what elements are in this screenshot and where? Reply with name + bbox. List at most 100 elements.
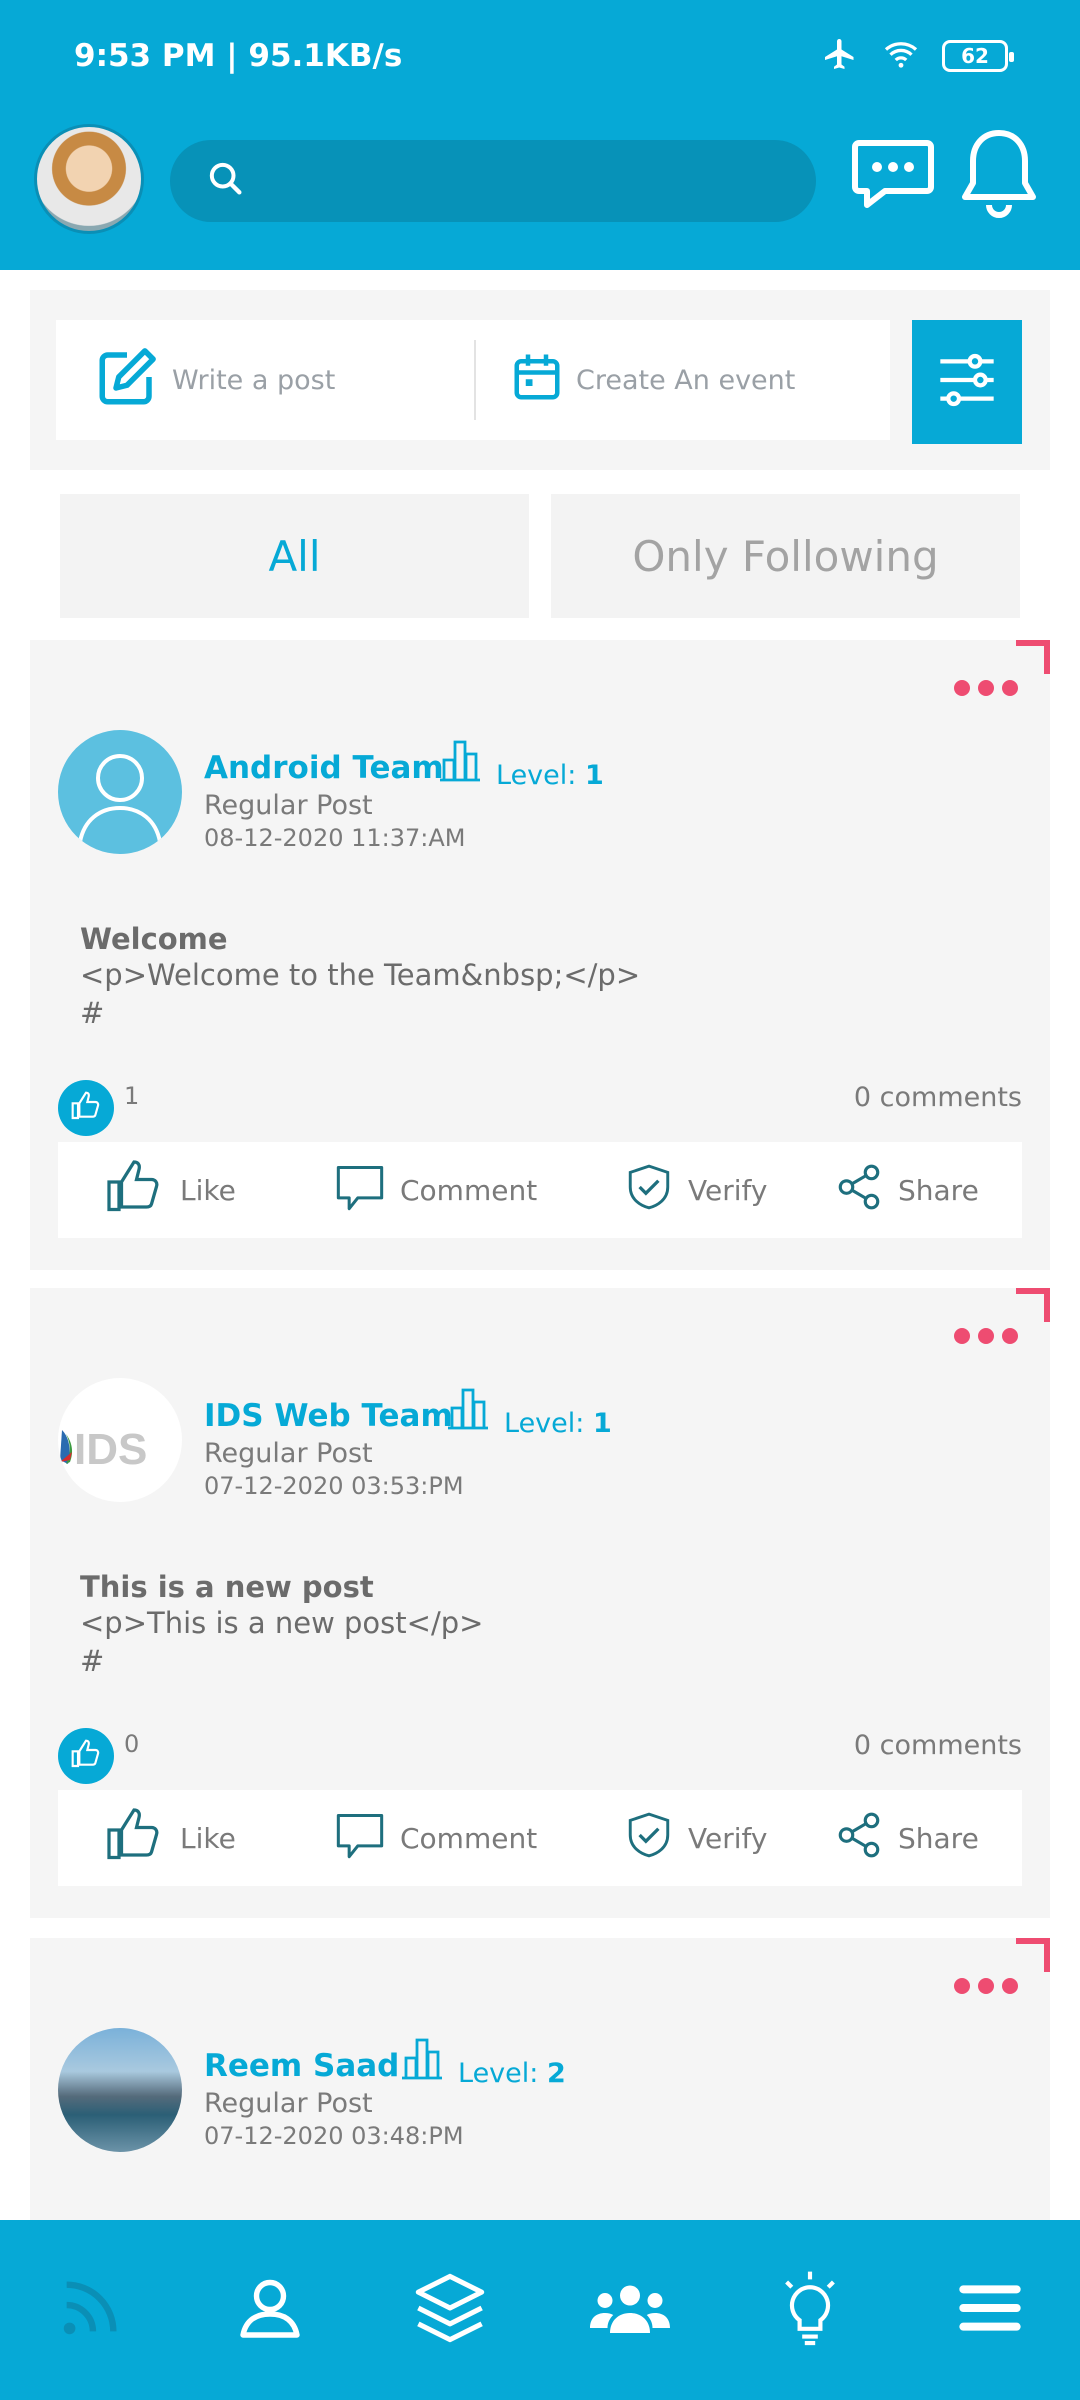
share-icon (834, 1162, 884, 1219)
post-card: IDS IDS Web Team Level: 1 Regular Post 0… (30, 1288, 1050, 1918)
author-level: Level: 1 (444, 1384, 612, 1439)
like-button[interactable]: Like (102, 1805, 236, 1872)
level-label: Level: (458, 2058, 539, 2089)
author-avatar[interactable]: IDS (58, 1378, 182, 1502)
level-value: 2 (546, 2058, 566, 2089)
nav-menu[interactable] (940, 2260, 1040, 2360)
messages-button[interactable] (848, 128, 938, 226)
like-count: 1 (124, 1082, 140, 1110)
sliders-icon (935, 348, 999, 416)
author-name[interactable]: Reem Saad (204, 2048, 399, 2084)
tab-all[interactable]: All (60, 494, 529, 618)
corner-marker (1016, 640, 1050, 674)
comment-button[interactable]: Comment (334, 1809, 537, 1868)
level-value: 1 (584, 760, 604, 791)
post-type: Regular Post (204, 2088, 373, 2119)
like-label: Like (180, 1821, 236, 1855)
post-type: Regular Post (204, 1438, 373, 1469)
share-button[interactable]: Share (834, 1162, 979, 1219)
search-bar[interactable] (170, 140, 816, 222)
author-avatar[interactable] (58, 730, 182, 854)
author-avatar[interactable] (58, 2028, 182, 2152)
share-button[interactable]: Share (834, 1810, 979, 1867)
level-label: Level: (504, 1408, 585, 1439)
nav-feed[interactable] (40, 2260, 140, 2360)
rss-feed-icon (55, 2273, 125, 2347)
post-type: Regular Post (204, 790, 373, 821)
wifi-icon (880, 36, 922, 76)
comment-icon (334, 1161, 386, 1220)
comment-button[interactable]: Comment (334, 1161, 537, 1220)
author-level: Level: 2 (398, 2034, 566, 2089)
thumbs-up-icon (70, 1090, 102, 1126)
post-card: Android Team Level: 1 Regular Post 08-12… (30, 640, 1050, 1270)
airplane-icon (820, 36, 860, 76)
edit-icon (94, 344, 160, 417)
level-value: 1 (592, 1408, 612, 1439)
author-name[interactable]: IDS Web Team (204, 1398, 453, 1434)
nav-profile[interactable] (220, 2260, 320, 2360)
verify-label: Verify (688, 1821, 768, 1855)
level-bars-icon (444, 1384, 492, 1439)
nav-ideas[interactable] (760, 2260, 860, 2360)
status-icons: 62 (820, 36, 1014, 76)
share-label: Share (898, 1173, 979, 1207)
share-icon (834, 1810, 884, 1867)
like-label: Like (180, 1173, 236, 1207)
write-post-button[interactable]: Write a post (56, 340, 476, 420)
post-date: 07-12-2020 03:53:PM (204, 1472, 464, 1500)
comment-count[interactable]: 0 comments (854, 1730, 1022, 1761)
post-title: This is a new post (80, 1570, 374, 1604)
post-hashtag[interactable]: # (80, 1644, 104, 1678)
share-label: Share (898, 1821, 979, 1855)
search-input[interactable] (266, 164, 786, 198)
nav-groups[interactable] (580, 2260, 680, 2360)
more-options-button[interactable] (954, 1978, 1018, 1994)
post-body: <p>This is a new post</p> (80, 1606, 484, 1640)
more-options-button[interactable] (954, 680, 1018, 696)
battery-icon: 62 (942, 40, 1014, 72)
notifications-button[interactable] (954, 128, 1044, 226)
comment-count[interactable]: 0 comments (854, 1082, 1022, 1113)
verify-button[interactable]: Verify (624, 1809, 767, 1868)
comment-icon (334, 1809, 386, 1868)
post-date: 08-12-2020 11:37:AM (204, 824, 466, 852)
chat-icon (851, 135, 935, 219)
lightbulb-icon (778, 2269, 842, 2351)
filter-button[interactable] (912, 320, 1022, 444)
like-button[interactable]: Like (102, 1157, 236, 1224)
level-bars-icon (436, 736, 484, 791)
author-name[interactable]: Android Team (204, 750, 444, 786)
corner-marker (1016, 1938, 1050, 1972)
nav-layers[interactable] (400, 2260, 500, 2360)
level-label: Level: (496, 760, 577, 791)
thumbs-up-icon (102, 1157, 166, 1224)
post-actions: Like Comment Verify Share (58, 1142, 1022, 1238)
thumbs-up-icon (102, 1805, 166, 1872)
feed-tabs: All Only Following (60, 494, 1020, 618)
calendar-icon (510, 348, 564, 413)
users-group-icon (590, 2275, 670, 2345)
post-card: Reem Saad Level: 2 Regular Post 07-12-20… (30, 1938, 1050, 2228)
corner-marker (1016, 1288, 1050, 1322)
create-event-button[interactable]: Create An event (476, 320, 795, 440)
comment-label: Comment (400, 1821, 538, 1855)
profile-avatar[interactable] (34, 124, 144, 234)
user-icon (234, 2272, 306, 2348)
author-level: Level: 1 (436, 736, 604, 791)
comment-label: Comment (400, 1173, 538, 1207)
level-bars-icon (398, 2034, 446, 2089)
shield-check-icon (624, 1161, 674, 1220)
more-options-button[interactable] (954, 1328, 1018, 1344)
tab-only-following[interactable]: Only Following (551, 494, 1020, 618)
composer-section: Write a post Create An event (30, 290, 1050, 470)
svg-text:IDS: IDS (74, 1425, 147, 1474)
top-bar: 9:53 PM | 95.1KB/s 62 (0, 0, 1080, 270)
post-hashtag[interactable]: # (80, 996, 104, 1030)
like-count-badge (58, 1080, 114, 1136)
post-date: 07-12-2020 03:48:PM (204, 2122, 464, 2150)
create-event-label: Create An event (576, 364, 796, 396)
hamburger-menu-icon (958, 2281, 1022, 2339)
post-actions: Like Comment Verify Share (58, 1790, 1022, 1886)
verify-button[interactable]: Verify (624, 1161, 767, 1220)
